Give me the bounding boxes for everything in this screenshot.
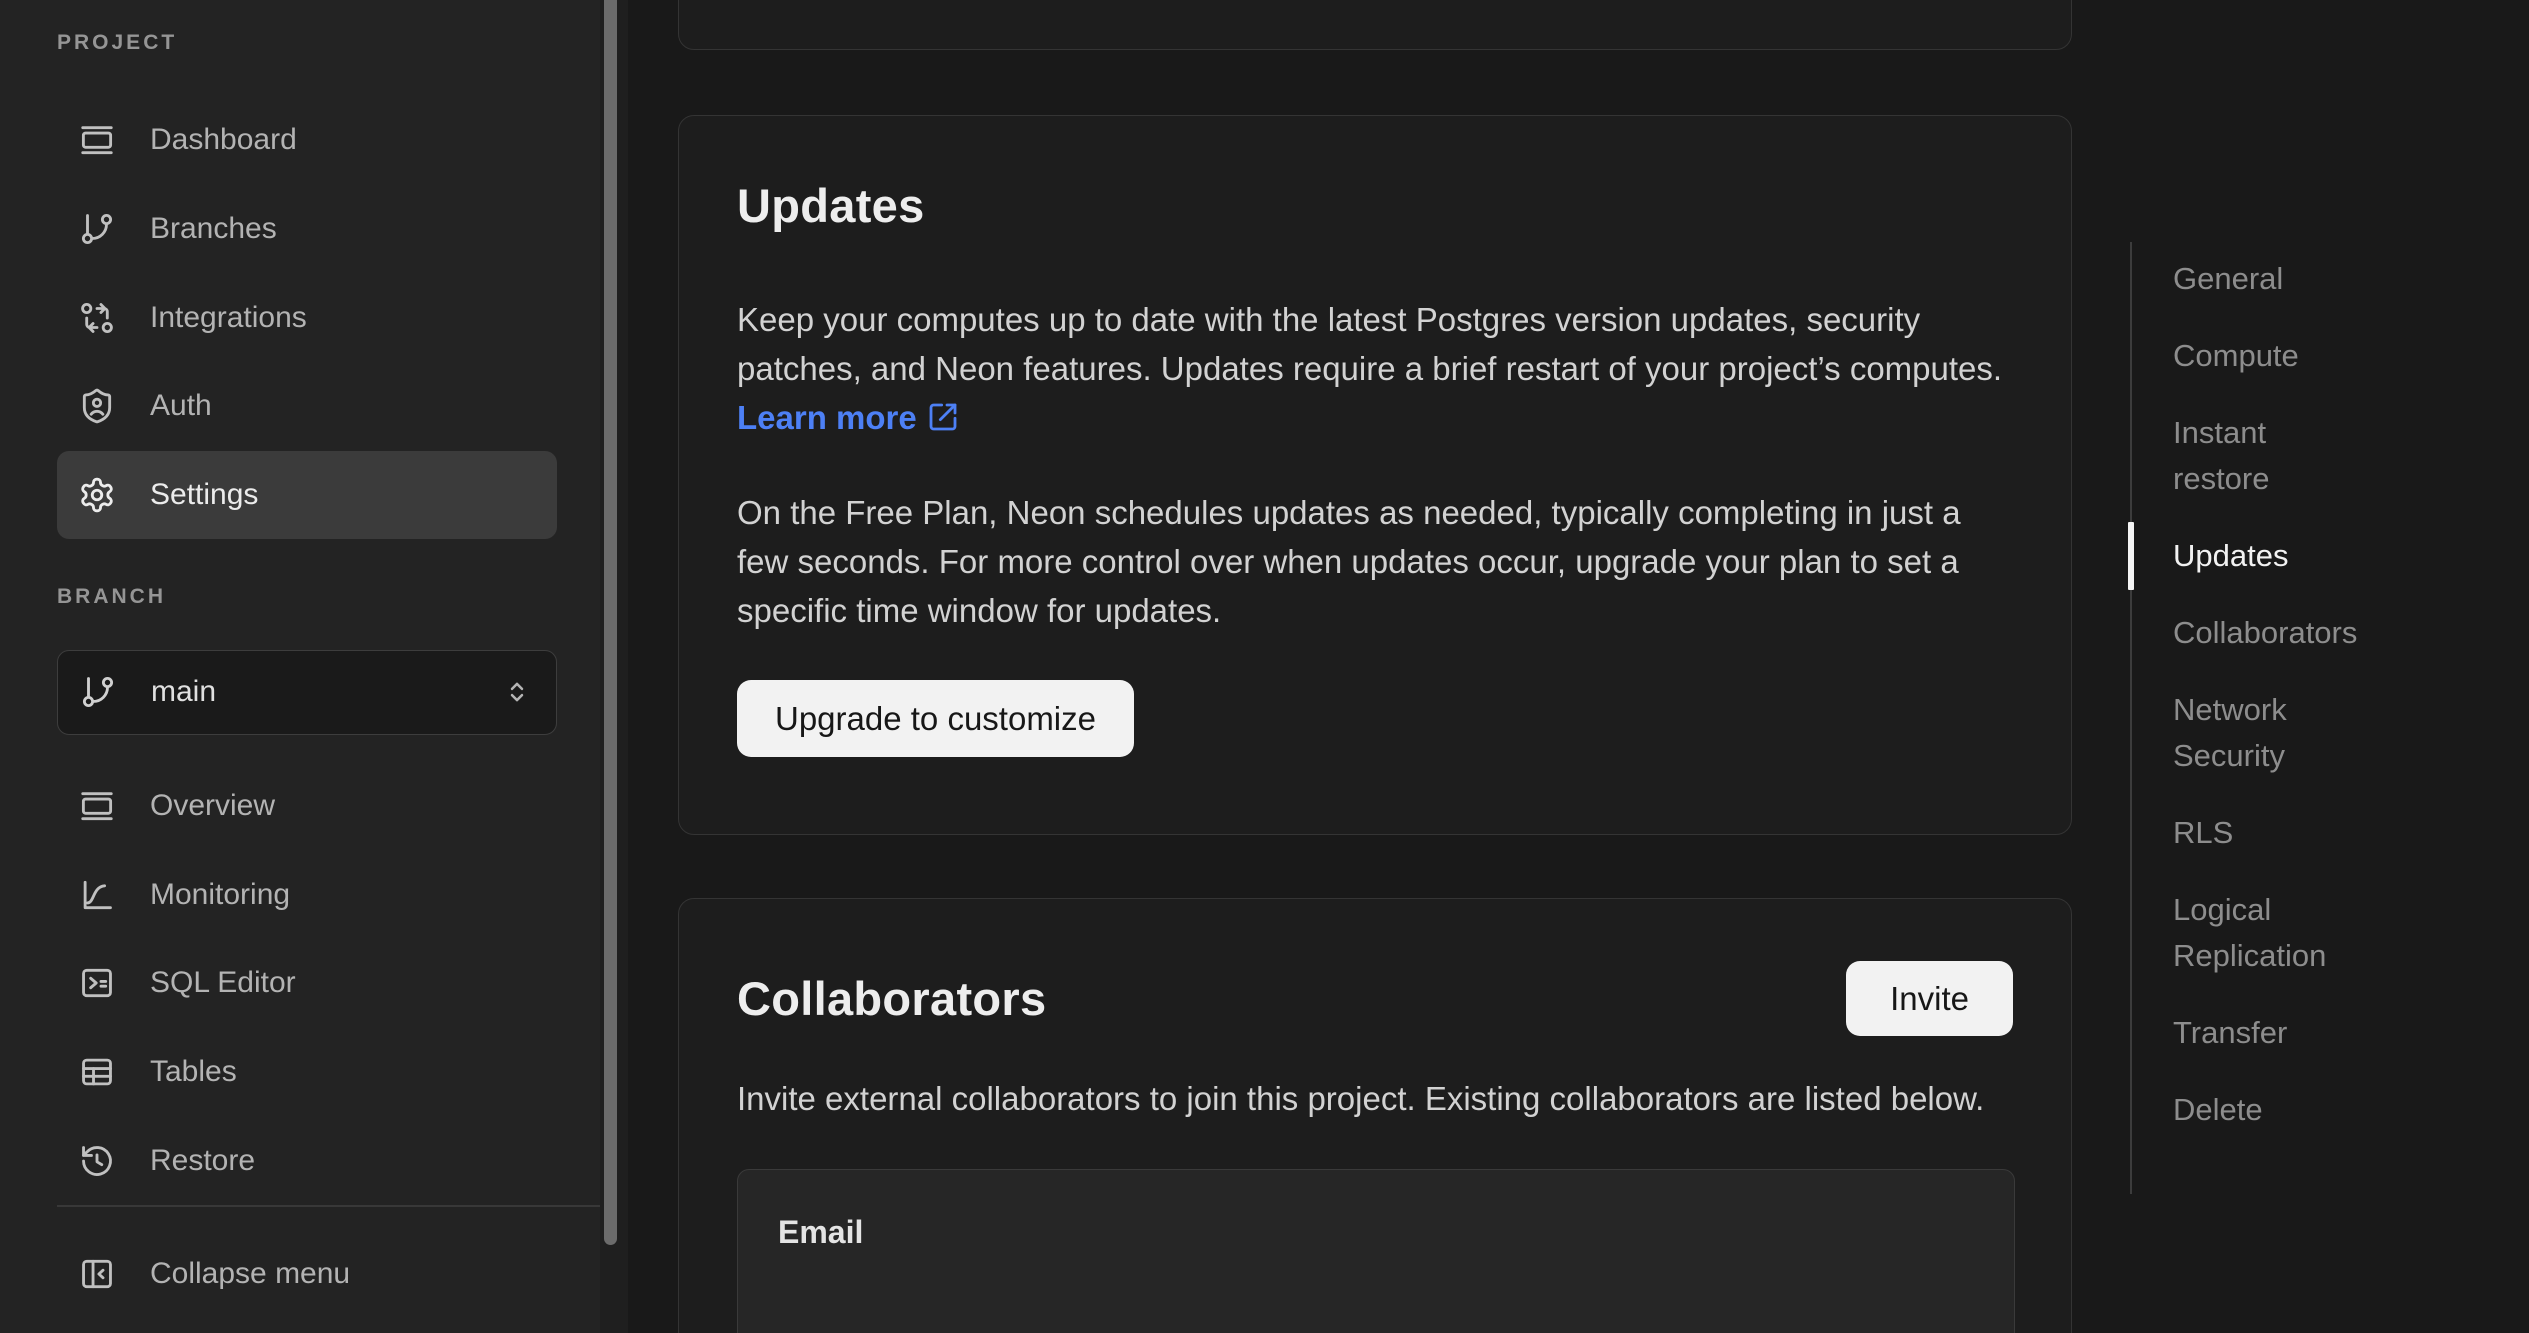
sidebar-item-sql-editor[interactable]: SQL Editor	[57, 939, 557, 1028]
sidebar-item-tables[interactable]: Tables	[57, 1028, 557, 1117]
settings-nav-updates[interactable]: Updates	[2173, 533, 2490, 579]
sidebar-item-label: Auth	[150, 389, 212, 423]
updates-paragraph-2: On the Free Plan, Neon schedules updates…	[737, 488, 2015, 635]
settings-nav-network-security[interactable]: Network Security	[2173, 687, 2353, 779]
collaborators-description: Invite external collaborators to join th…	[737, 1074, 2015, 1123]
invite-button[interactable]: Invite	[1846, 961, 2013, 1036]
settings-nav-instant-restore[interactable]: Instant restore	[2173, 410, 2353, 502]
settings-content: Updates Keep your computes up to date wi…	[628, 0, 2128, 1333]
collaborators-table: Email	[737, 1169, 2015, 1333]
git-compare-icon	[78, 299, 116, 337]
sidebar-item-integrations[interactable]: Integrations	[57, 273, 557, 362]
neon-console: PROJECT Dashboard Branches Integrations …	[0, 0, 2529, 1333]
history-icon	[78, 1142, 116, 1180]
dashboard-icon	[78, 121, 116, 159]
table-icon	[78, 1053, 116, 1091]
shield-user-icon	[78, 387, 116, 425]
sidebar-footer: Collapse menu	[57, 1205, 600, 1333]
panel-collapse-icon	[78, 1255, 116, 1293]
sidebar-item-label: Branches	[150, 212, 277, 246]
sidebar-item-dashboard[interactable]: Dashboard	[57, 96, 557, 185]
settings-nav-collaborators[interactable]: Collaborators	[2173, 610, 2490, 656]
collaborators-card-header: Collaborators Invite	[737, 961, 2013, 1036]
sidebar-scrollbar[interactable]	[604, 0, 617, 1245]
collaborators-card: Collaborators Invite Invite external col…	[678, 898, 2072, 1333]
sidebar-item-restore[interactable]: Restore	[57, 1116, 557, 1205]
sidebar-item-label: Settings	[150, 478, 258, 512]
updates-description: Keep your computes up to date with the l…	[737, 295, 2015, 442]
updates-card: Updates Keep your computes up to date wi…	[678, 115, 2072, 835]
sidebar-item-label: Overview	[150, 789, 275, 823]
monitoring-chart-icon	[78, 876, 116, 914]
sidebar-item-branches[interactable]: Branches	[57, 185, 557, 274]
overview-icon	[78, 787, 116, 825]
sidebar-item-label: Restore	[150, 1144, 255, 1178]
sidebar-item-label: Integrations	[150, 301, 307, 335]
settings-nav-logical-replication[interactable]: Logical Replication	[2173, 887, 2353, 979]
settings-section-nav: General Compute Instant restore Updates …	[2130, 242, 2490, 1194]
branch-section-label: BRANCH	[57, 584, 600, 610]
upgrade-to-customize-button[interactable]: Upgrade to customize	[737, 680, 1134, 757]
settings-nav-transfer[interactable]: Transfer	[2173, 1010, 2490, 1056]
updates-description-text: Keep your computes up to date with the l…	[737, 301, 2002, 387]
settings-nav-delete[interactable]: Delete	[2173, 1087, 2490, 1133]
collapse-menu-button[interactable]: Collapse menu	[57, 1229, 557, 1319]
external-link-icon	[927, 401, 959, 433]
sidebar-item-monitoring[interactable]: Monitoring	[57, 850, 557, 939]
project-section-label: PROJECT	[57, 30, 600, 56]
project-sidebar: PROJECT Dashboard Branches Integrations …	[0, 0, 600, 1333]
learn-more-link[interactable]: Learn more	[737, 399, 959, 436]
updates-card-title: Updates	[737, 178, 2013, 233]
branch-selector-value: main	[151, 675, 502, 709]
sql-editor-icon	[78, 964, 116, 1002]
sidebar-item-auth[interactable]: Auth	[57, 362, 557, 451]
sidebar-item-label: Tables	[150, 1055, 237, 1089]
sidebar-item-label: Dashboard	[150, 123, 297, 157]
settings-nav-general[interactable]: General	[2173, 256, 2490, 302]
git-branch-icon	[78, 210, 116, 248]
sidebar-item-label: SQL Editor	[150, 966, 296, 1000]
email-column-header: Email	[778, 1214, 1974, 1251]
chevrons-up-down-icon	[502, 677, 532, 707]
settings-nav-rls[interactable]: RLS	[2173, 810, 2490, 856]
settings-nav-compute[interactable]: Compute	[2173, 333, 2490, 379]
sidebar-item-settings[interactable]: Settings	[57, 451, 557, 540]
sidebar-item-label: Monitoring	[150, 878, 290, 912]
previous-card-partial	[678, 0, 2072, 50]
gear-icon	[78, 476, 116, 514]
git-branch-icon	[79, 673, 117, 711]
sidebar-item-label: Collapse menu	[150, 1257, 350, 1291]
branch-selector[interactable]: main	[57, 650, 557, 735]
sidebar-item-overview[interactable]: Overview	[57, 762, 557, 851]
collaborators-card-title: Collaborators	[737, 971, 1046, 1026]
learn-more-label: Learn more	[737, 399, 917, 436]
